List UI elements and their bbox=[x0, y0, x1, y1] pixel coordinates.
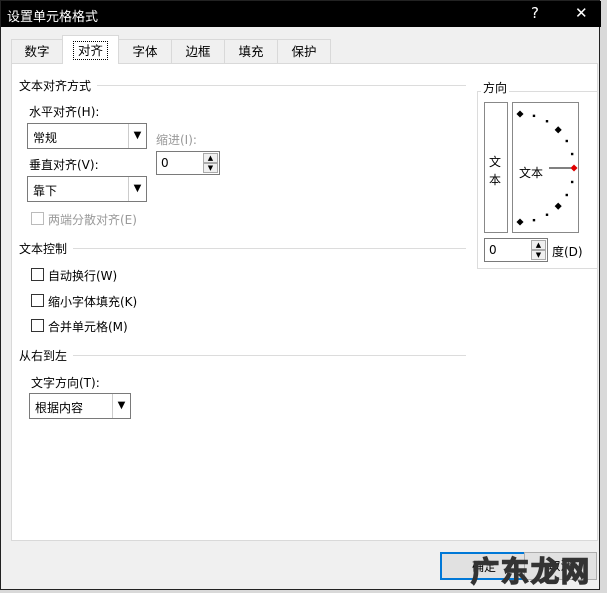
wrap-text-checkbox[interactable] bbox=[31, 268, 44, 281]
text-alignment-heading: 文本对齐方式 bbox=[19, 79, 92, 93]
tab-alignment[interactable]: 对齐 bbox=[62, 35, 119, 64]
text-direction-label: 文字方向(T): bbox=[31, 376, 100, 390]
divider bbox=[97, 85, 466, 86]
indent-value: 0 bbox=[161, 156, 169, 170]
dial-mark bbox=[554, 126, 562, 134]
distributed-checkbox[interactable] bbox=[31, 212, 44, 225]
dial-text: 文本 bbox=[519, 166, 544, 180]
dial-pointer bbox=[570, 164, 578, 172]
dial-mark bbox=[570, 152, 574, 156]
ok-button[interactable]: 确定 bbox=[440, 552, 528, 580]
dial-mark bbox=[532, 218, 536, 222]
chevron-down-icon: ▼ bbox=[112, 394, 130, 418]
spin-up-icon[interactable]: ▲ bbox=[203, 153, 218, 163]
vertical-text-toggle[interactable]: 文本 bbox=[484, 102, 508, 233]
shrink-to-fit-label: 缩小字体填充(K) bbox=[48, 295, 138, 309]
horizontal-value: 常规 bbox=[33, 131, 58, 145]
vertical-select[interactable]: 靠下 ▼ bbox=[27, 176, 147, 202]
dial-mark bbox=[565, 193, 568, 197]
format-cells-dialog: 设置单元格格式 ? ✕ 数字 对齐 字体 边框 填充 保护 文本对齐方式 水平对… bbox=[0, 0, 601, 590]
tab-number[interactable]: 数字 bbox=[11, 39, 63, 64]
vertical-value: 靠下 bbox=[33, 184, 58, 198]
degrees-label: 度(D) bbox=[552, 245, 583, 259]
help-button[interactable]: ? bbox=[531, 4, 539, 22]
dial-mark bbox=[565, 139, 568, 143]
tab-font[interactable]: 字体 bbox=[118, 39, 172, 64]
dial-mark bbox=[516, 110, 524, 118]
dial-mark bbox=[570, 180, 574, 184]
dialog-title: 设置单元格格式 bbox=[7, 10, 99, 25]
divider bbox=[73, 355, 466, 356]
degrees-spinner[interactable]: 0 ▲ ▼ bbox=[484, 238, 548, 262]
wrap-text-label: 自动换行(W) bbox=[48, 269, 118, 283]
title-bar: 设置单元格格式 ? ✕ bbox=[1, 1, 601, 27]
vertical-label: 垂直对齐(V): bbox=[29, 158, 99, 172]
dial-mark bbox=[545, 213, 549, 216]
divider bbox=[73, 248, 466, 249]
indent-label: 缩进(I): bbox=[156, 133, 197, 147]
orientation-dial[interactable]: 文本 bbox=[512, 102, 579, 233]
orientation-heading: 方向 bbox=[481, 79, 510, 96]
spin-down-icon[interactable]: ▼ bbox=[531, 250, 546, 260]
tab-border[interactable]: 边框 bbox=[171, 39, 225, 64]
tab-fill[interactable]: 填充 bbox=[224, 39, 278, 64]
rtl-heading: 从右到左 bbox=[19, 349, 68, 363]
dial-mark bbox=[554, 202, 562, 210]
tab-protection[interactable]: 保护 bbox=[277, 39, 331, 64]
horizontal-label: 水平对齐(H): bbox=[29, 105, 100, 119]
spin-up-icon[interactable]: ▲ bbox=[531, 240, 546, 250]
dial-mark bbox=[516, 218, 524, 226]
cancel-button[interactable]: 取消 bbox=[524, 552, 597, 580]
chevron-down-icon: ▼ bbox=[128, 124, 146, 148]
merge-cells-label: 合并单元格(M) bbox=[48, 320, 128, 334]
close-button[interactable]: ✕ bbox=[575, 4, 588, 22]
dial-mark bbox=[532, 114, 536, 118]
shrink-to-fit-checkbox[interactable] bbox=[31, 294, 44, 307]
vertical-text: 文本 bbox=[489, 155, 502, 187]
degrees-value: 0 bbox=[489, 243, 497, 257]
text-direction-value: 根据内容 bbox=[35, 401, 84, 415]
chevron-down-icon: ▼ bbox=[128, 177, 146, 201]
text-direction-select[interactable]: 根据内容 ▼ bbox=[29, 393, 131, 419]
dial-mark bbox=[545, 120, 549, 123]
spin-down-icon[interactable]: ▼ bbox=[203, 163, 218, 173]
tab-alignment-label: 对齐 bbox=[72, 41, 108, 60]
horizontal-select[interactable]: 常规 ▼ bbox=[27, 123, 147, 149]
indent-spinner[interactable]: 0 ▲ ▼ bbox=[156, 151, 220, 175]
distributed-label: 两端分散对齐(E) bbox=[48, 213, 137, 227]
text-control-heading: 文本控制 bbox=[19, 242, 68, 256]
merge-cells-checkbox[interactable] bbox=[31, 319, 44, 332]
